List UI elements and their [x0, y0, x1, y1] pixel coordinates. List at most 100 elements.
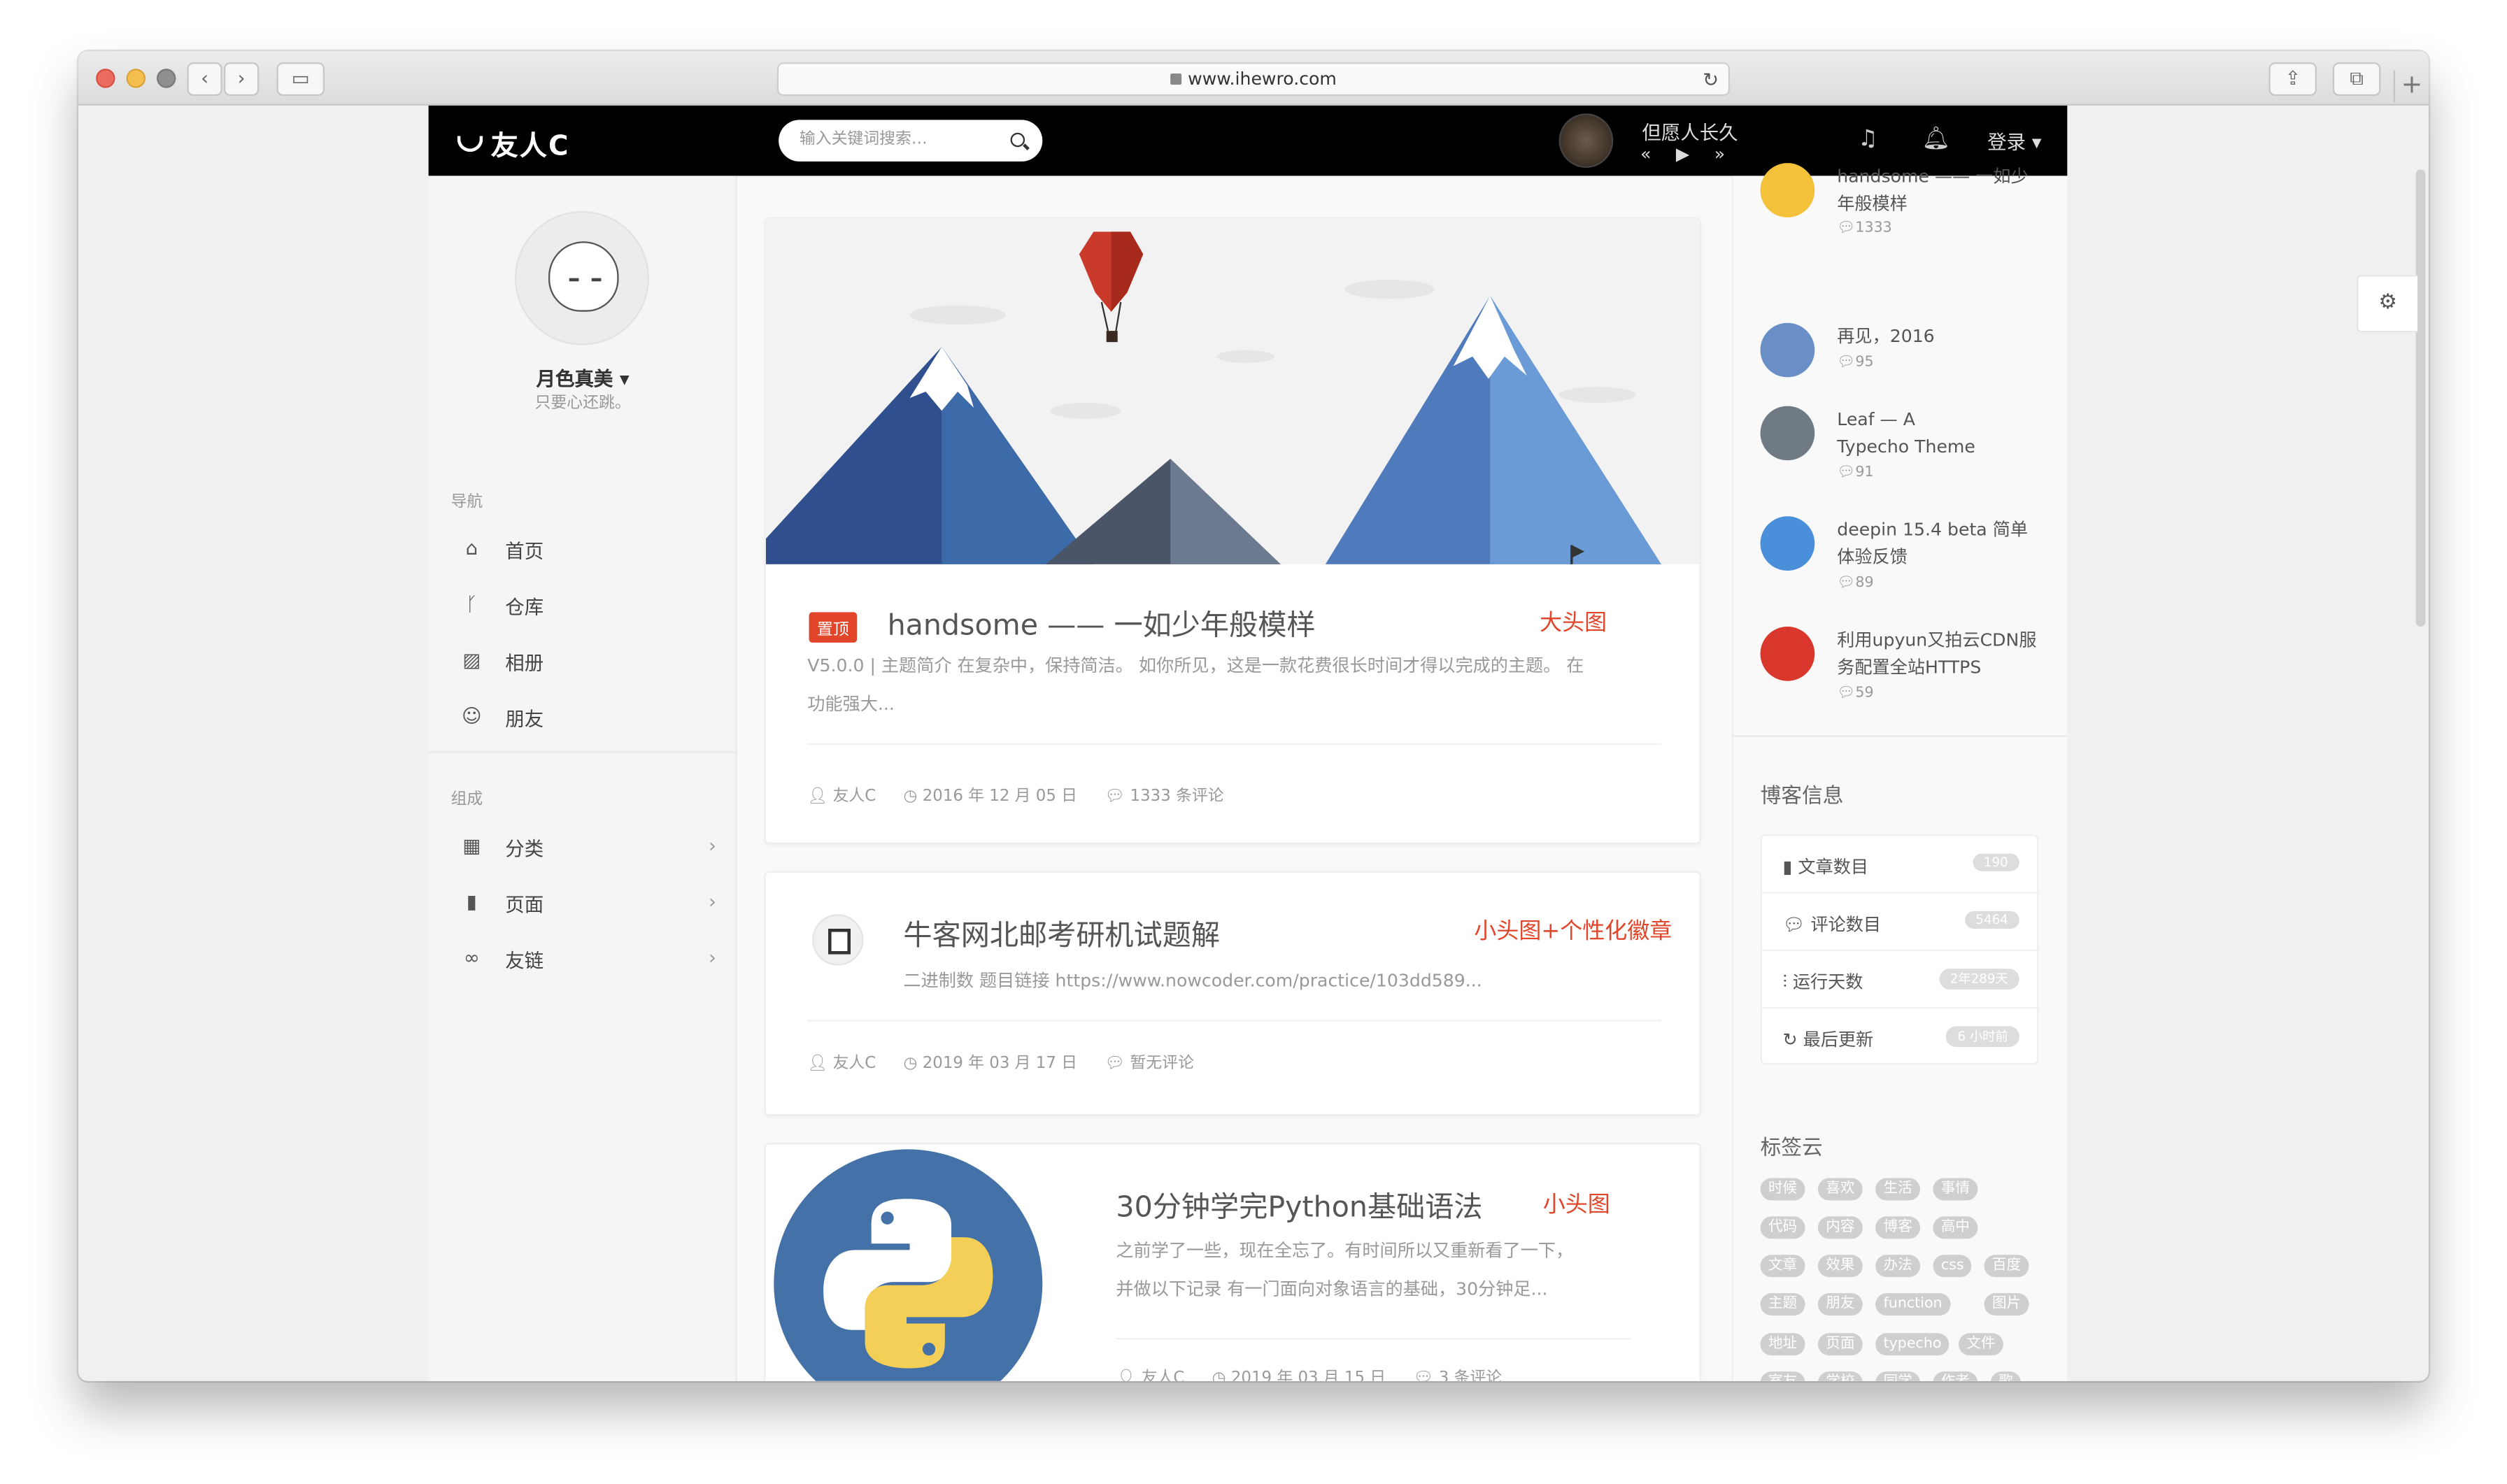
- close-window-button[interactable]: [96, 69, 115, 88]
- chevron-right-icon: ›: [708, 946, 716, 969]
- tag[interactable]: 室友: [1760, 1371, 1805, 1381]
- hot-post-item[interactable]: 再见，2016 💬︎95: [1760, 322, 2048, 387]
- tag[interactable]: 百度: [1984, 1255, 2029, 1278]
- post-cover-image[interactable]: [765, 219, 1700, 564]
- tag[interactable]: 页面: [1817, 1333, 1863, 1356]
- tag[interactable]: 效果: [1817, 1255, 1863, 1278]
- hot-post-thumbnail: [1760, 626, 1815, 681]
- sidebar-item-pages[interactable]: ▮ 页面 ›: [460, 885, 716, 920]
- comment-count[interactable]: 💬︎ 3 条评论: [1413, 1370, 1502, 1381]
- sidebar-toggle-button[interactable]: ▭: [276, 62, 325, 97]
- tag[interactable]: 时候: [1760, 1178, 1805, 1201]
- back-button[interactable]: ‹: [187, 62, 222, 97]
- info-label: 💬︎ 评论数目: [1782, 914, 1882, 936]
- tag[interactable]: 高中: [1933, 1216, 1978, 1239]
- tag[interactable]: 生活: [1875, 1178, 1921, 1201]
- hot-post-item[interactable]: 利用upyun又拍云CDN服务配置全站HTTPS 💬︎59: [1760, 626, 2048, 713]
- search-icon[interactable]: [1010, 132, 1025, 148]
- compose-section-label: 组成: [450, 791, 483, 809]
- tag[interactable]: 事情: [1933, 1178, 1978, 1201]
- settings-gear-button[interactable]: ⚙: [2357, 275, 2417, 333]
- zoom-window-button[interactable]: [156, 69, 176, 88]
- hot-post-count: 💬︎91: [1837, 465, 1874, 481]
- post-title[interactable]: handsome —— 一如少年般模样: [888, 603, 1316, 644]
- tag[interactable]: css: [1933, 1255, 1973, 1278]
- tag[interactable]: 主题: [1760, 1293, 1805, 1316]
- hot-post-title[interactable]: deepin 15.4 beta 简单体验反馈: [1837, 516, 2045, 571]
- tag[interactable]: typecho: [1875, 1333, 1950, 1356]
- headphones-icon[interactable]: ♫: [1858, 127, 1878, 152]
- music-controls[interactable]: « ▶ »: [1640, 144, 1735, 165]
- hot-post-item[interactable]: Leaf — A Typecho Theme 💬︎91: [1760, 406, 2048, 492]
- search-input[interactable]: 输入关键词搜索…: [779, 120, 1043, 162]
- new-tab-button[interactable]: +: [2393, 69, 2429, 103]
- music-album-cover[interactable]: [1558, 113, 1614, 168]
- sidebar-item-friends[interactable]: ☺ 朋友: [460, 700, 716, 735]
- sidebar-item-repo[interactable]: ᚴ 仓库: [460, 588, 716, 623]
- python-logo-image[interactable]: [772, 1148, 1044, 1381]
- browser-toolbar: ‹ › ▭ www.ihewro.com ↻ ⇪ ⧉ +: [78, 51, 2429, 106]
- tag[interactable]: 喜欢: [1817, 1178, 1863, 1201]
- post-title[interactable]: 30分钟学完Python基础语法: [1116, 1185, 1482, 1226]
- tag[interactable]: 文章: [1760, 1255, 1805, 1278]
- author[interactable]: 👤︎ 友人C: [807, 1055, 876, 1073]
- tabs-overview-button[interactable]: ⧉: [2332, 62, 2381, 97]
- post-date: ◷ 2019 年 03 月 17 日: [903, 1055, 1077, 1073]
- sidebar-item-links[interactable]: ∞ 友链 ›: [460, 941, 716, 976]
- tag[interactable]: 博客: [1875, 1216, 1921, 1239]
- tag[interactable]: 学校: [1817, 1371, 1863, 1381]
- post-card-thumbnail[interactable]: 30分钟学完Python基础语法 小头图 之前学了一些，现在全忘了。有时间所以又…: [764, 1143, 1701, 1381]
- post-card-small[interactable]: 牛客网北邮考研机试题解 小头图+个性化徽章 二进制数 题目链接 https://…: [764, 871, 1701, 1116]
- bell-icon[interactable]: 🔔︎: [1922, 127, 1950, 152]
- right-sidebar: handsome —— 一如少年般模样 💬︎1333 再见，2016 💬︎95 …: [1731, 163, 2068, 1381]
- address-bar[interactable]: www.ihewro.com ↻: [776, 62, 1731, 97]
- hot-post-title[interactable]: 利用upyun又拍云CDN服务配置全站HTTPS: [1837, 627, 2045, 681]
- sidebar-item-album[interactable]: ▨ 相册: [460, 644, 716, 679]
- post-date: ◷ 2016 年 12 月 05 日: [903, 787, 1077, 806]
- hot-post-item[interactable]: deepin 15.4 beta 简单体验反馈 💬︎89: [1760, 516, 2048, 602]
- tag[interactable]: 朋友: [1817, 1293, 1863, 1316]
- author[interactable]: 👤︎ 友人C: [807, 788, 876, 806]
- tag[interactable]: 同学: [1875, 1371, 1921, 1381]
- site-brand[interactable]: 友人C: [457, 123, 570, 163]
- url-text: www.ihewro.com: [1188, 69, 1337, 90]
- author[interactable]: 👤︎ 友人C: [1116, 1370, 1184, 1381]
- tag[interactable]: 图片: [1984, 1293, 2029, 1316]
- blog-info-heading: 博客信息: [1760, 785, 1844, 809]
- git-icon: ᚴ: [466, 592, 478, 615]
- minimize-window-button[interactable]: [126, 69, 145, 88]
- link-icon: ∞: [463, 946, 480, 969]
- tag[interactable]: 代码: [1760, 1216, 1805, 1239]
- tag-cloud-heading: 标签云: [1760, 1136, 1823, 1161]
- left-sidebar: 月色真美 ▾ 只要心还跳。 导航 ⌂ 首页 ᚴ 仓库 ▨ 相册 ☺ 朋友 组成 …: [428, 176, 737, 1381]
- hot-post-title[interactable]: handsome —— 一如少年般模样: [1837, 163, 2045, 217]
- post-meta: 👤︎ 友人C ◷ 2016 年 12 月 05 日 💬︎ 1333 条评论: [807, 782, 1246, 806]
- tag[interactable]: 歌: [1990, 1371, 2022, 1381]
- login-button[interactable]: 登录 ▾: [1987, 128, 2041, 155]
- forward-button[interactable]: ›: [223, 62, 260, 97]
- tag[interactable]: 文件: [1958, 1333, 2004, 1356]
- sidebar-item-home[interactable]: ⌂ 首页: [460, 532, 716, 567]
- comment-count[interactable]: 💬︎ 暂无评论: [1105, 1055, 1194, 1073]
- tag[interactable]: function: [1875, 1293, 1951, 1316]
- blog-info-panel: ▮ 文章数目 190 💬︎ 评论数目 5464 ⫶ 运行天数 2年289天 ↻ …: [1760, 834, 2040, 1065]
- avatar-eye: [591, 278, 602, 282]
- hot-post-item[interactable]: handsome —— 一如少年般模样 💬︎1333: [1760, 163, 2048, 243]
- comment-count[interactable]: 💬︎ 1333 条评论: [1105, 788, 1223, 806]
- share-button[interactable]: ⇪: [2268, 62, 2317, 97]
- sidebar-item-category[interactable]: ▦ 分类 ›: [460, 829, 716, 864]
- post-title[interactable]: 牛客网北邮考研机试题解: [903, 913, 1220, 954]
- username[interactable]: 月色真美 ▾: [429, 364, 737, 392]
- tag[interactable]: 内容: [1817, 1216, 1863, 1239]
- tag[interactable]: 办法: [1875, 1255, 1921, 1278]
- tag[interactable]: 地址: [1760, 1333, 1805, 1356]
- hot-post-count: 💬︎1333: [1837, 220, 1892, 237]
- hot-post-title[interactable]: Leaf — A Typecho Theme: [1837, 406, 1990, 461]
- tag[interactable]: 作者: [1933, 1371, 1978, 1381]
- reload-icon[interactable]: ↻: [1703, 64, 1719, 96]
- post-card-featured[interactable]: 置顶 handsome —— 一如少年般模样 大头图 V5.0.0 | 主题简介…: [764, 217, 1701, 844]
- hot-post-title[interactable]: 再见，2016: [1837, 323, 2045, 350]
- page-scrollbar[interactable]: [2415, 169, 2426, 627]
- avatar[interactable]: [514, 211, 649, 345]
- post-annotation: 大头图: [1540, 611, 1607, 636]
